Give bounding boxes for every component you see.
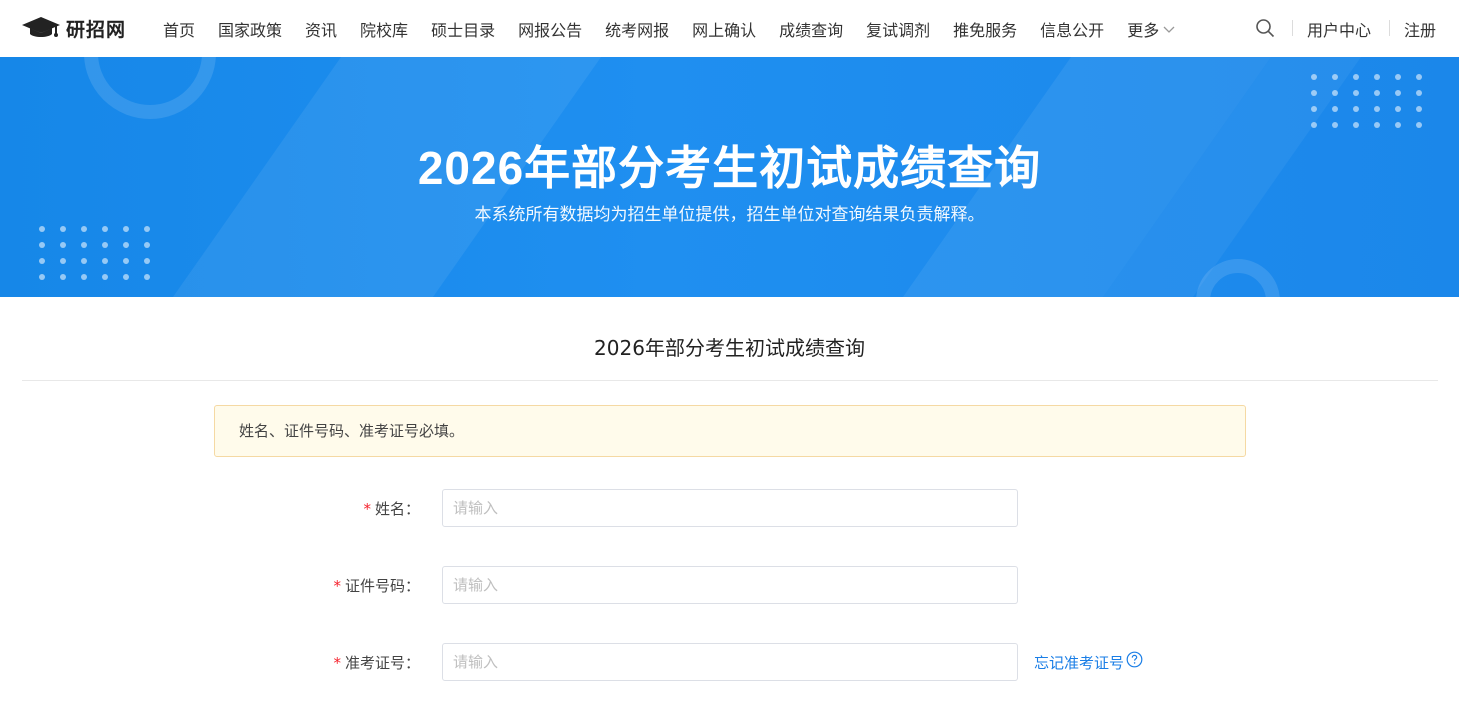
chevron-down-icon: [1159, 19, 1175, 38]
exam-label-text: 准考证号：: [344, 654, 420, 672]
nav-item-home[interactable]: 首页: [163, 17, 195, 41]
nav-item-confirm[interactable]: 网上确认: [692, 17, 756, 41]
main-nav: 首页 国家政策 资讯 院校库 硕士目录 网报公告 统考网报 网上确认 成绩查询 …: [163, 0, 1175, 57]
page-title: 2026年部分考生初试成绩查询: [594, 336, 865, 360]
nav-more-dropdown[interactable]: 更多: [1127, 17, 1175, 41]
required-notice: 姓名、证件号码、准考证号必填。: [214, 405, 1246, 457]
divider: [22, 380, 1438, 381]
graduation-cap-icon: [22, 17, 60, 39]
banner-subtitle: 本系统所有数据均为招生单位提供，招生单位对查询结果负责解释。: [474, 205, 985, 225]
nav-item-policy[interactable]: 国家政策: [218, 17, 282, 41]
form-row-exam: *准考证号： 忘记准考证号: [0, 643, 1459, 683]
id-number-input[interactable]: [442, 566, 1018, 604]
required-mark: *: [363, 500, 371, 518]
form-row-name: * 姓名：: [0, 489, 1459, 529]
nav-item-registration[interactable]: 统考网报: [605, 17, 669, 41]
dot-pattern: [1311, 74, 1422, 128]
dot-pattern: [39, 226, 150, 280]
form-row-id: * 证件号码：: [0, 566, 1459, 606]
nav-item-disclosure[interactable]: 信息公开: [1040, 17, 1104, 41]
site-logo[interactable]: 研招网: [22, 14, 126, 42]
required-mark: *: [333, 654, 341, 672]
name-label-text: 姓名：: [374, 500, 420, 518]
header-separator: [1389, 20, 1390, 36]
nav-item-schools[interactable]: 院校库: [360, 17, 408, 41]
banner-ring: [84, 57, 216, 119]
name-label: * 姓名：: [363, 489, 420, 529]
hero-banner: 2026年部分考生初试成绩查询 本系统所有数据均为招生单位提供，招生单位对查询结…: [0, 57, 1459, 297]
nav-item-announcement[interactable]: 网报公告: [518, 17, 582, 41]
search-icon[interactable]: [1255, 18, 1275, 38]
user-center-link[interactable]: 用户中心: [1307, 17, 1371, 41]
exam-label: * 准考证号：: [333, 643, 420, 683]
name-input[interactable]: [442, 489, 1018, 527]
nav-more-label: 更多: [1127, 20, 1160, 40]
top-header: 研招网 首页 国家政策 资讯 院校库 硕士目录 网报公告 统考网报 网上确认 成…: [0, 0, 1459, 57]
id-label-text: 证件号码：: [344, 577, 420, 595]
register-link[interactable]: 注册: [1404, 17, 1436, 41]
header-separator: [1292, 20, 1293, 36]
logo-text: 研招网: [66, 18, 127, 41]
nav-item-catalog[interactable]: 硕士目录: [431, 17, 495, 41]
nav-item-scores[interactable]: 成绩查询: [779, 17, 843, 41]
question-circle-icon: [1124, 643, 1143, 683]
nav-item-recommend[interactable]: 推免服务: [953, 17, 1017, 41]
banner-title: 2026年部分考生初试成绩查询: [417, 142, 1042, 194]
exam-number-input[interactable]: [442, 643, 1018, 681]
id-label: * 证件号码：: [333, 566, 420, 606]
forgot-exam-number-link[interactable]: 忘记准考证号: [1034, 643, 1143, 683]
nav-item-news[interactable]: 资讯: [305, 17, 337, 41]
forgot-exam-number-text: 忘记准考证号: [1034, 654, 1125, 672]
required-mark: *: [333, 577, 341, 595]
nav-item-adjustment[interactable]: 复试调剂: [866, 17, 930, 41]
